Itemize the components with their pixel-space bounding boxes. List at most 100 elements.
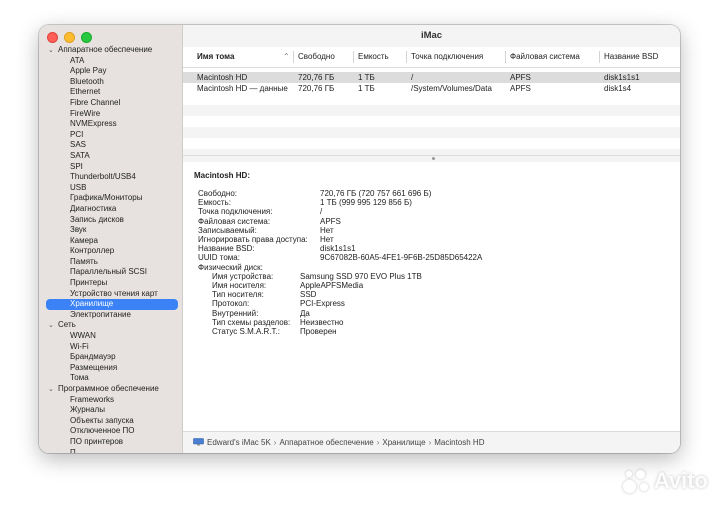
sidebar-item[interactable]: Размещения	[39, 363, 182, 374]
table-cell: /System/Volumes/Data	[411, 84, 492, 93]
window-title: iMac	[183, 25, 680, 48]
sidebar-item[interactable]: Запись дисков	[39, 215, 182, 226]
sidebar-item[interactable]: Thunderbolt/USB4	[39, 172, 182, 183]
sidebar-item[interactable]: SPI	[39, 162, 182, 173]
divider-handle[interactable]	[431, 157, 435, 160]
breadcrumb: Edward's iMac 5K › Аппаратное обеспечение ›…	[207, 438, 484, 447]
sidebar-item[interactable]: SAS	[39, 140, 182, 151]
sidebar-item[interactable]: Bluetooth	[39, 77, 182, 88]
sidebar-item[interactable]: Брандмауэр	[39, 352, 182, 363]
sidebar-item[interactable]: Принтеры	[39, 278, 182, 289]
detail-label: Записываемый:	[198, 225, 257, 235]
sidebar-item[interactable]: Диагностика	[39, 204, 182, 215]
detail-label: Точка подключения:	[198, 207, 273, 217]
sidebar-item[interactable]: ПО принтеров	[39, 437, 182, 448]
sidebar-item[interactable]: Графика/Мониторы	[39, 193, 182, 204]
column-separator[interactable]	[293, 51, 294, 63]
avito-watermark: Avito	[621, 467, 708, 495]
breadcrumb-item[interactable]: Хранилище	[382, 438, 425, 447]
close-button[interactable]	[47, 32, 58, 43]
sidebar-item[interactable]: Frameworks	[39, 395, 182, 406]
column-separator[interactable]	[406, 51, 407, 63]
sidebar-item[interactable]: PCI	[39, 130, 182, 141]
sidebar-item[interactable]: Камера	[39, 236, 182, 247]
sidebar-item[interactable]: Устройство чтения карт	[39, 289, 182, 300]
detail-label: Свободно:	[198, 189, 237, 198]
empty-row	[183, 138, 680, 149]
column-header[interactable]: Файловая система	[510, 47, 580, 67]
table-row[interactable]: Macintosh HD 720,76 ГБ 1 ТБ / APFS disk1s1s1	[183, 72, 680, 83]
sidebar-item[interactable]: Fibre Channel	[39, 98, 182, 109]
breadcrumb-item[interactable]: Macintosh HD	[434, 438, 484, 447]
column-header[interactable]: Имя тома	[197, 47, 234, 67]
detail-value: disk1s1s1	[320, 244, 356, 254]
column-separator[interactable]	[505, 51, 506, 63]
detail-label: Файловая система:	[198, 216, 271, 226]
table-row[interactable]: Macintosh HD — данные 720,76 ГБ 1 ТБ/Syste…	[183, 83, 680, 94]
sidebar-item[interactable]: Объекты запуска	[39, 416, 182, 427]
sidebar-item[interactable]: Отключенное ПО	[39, 426, 182, 437]
table-cell: disk1s4	[604, 84, 632, 93]
sidebar-section-label: Сеть	[58, 320, 76, 330]
breadcrumb-item[interactable]: Аппаратное обеспечение	[279, 438, 373, 447]
sidebar-section[interactable]: ⌄ Аппаратное обеспечение	[39, 45, 182, 56]
sidebar-item[interactable]: Хранилище	[46, 299, 178, 310]
column-header[interactable]: Емкость	[358, 47, 389, 67]
disk-detail-value: PCI-Express	[300, 299, 345, 309]
table-cell: Macintosh HD — данные	[197, 84, 288, 93]
sidebar-item[interactable]: SATA	[39, 151, 182, 162]
window-controls	[47, 32, 92, 43]
volumes-table: Имя тома Свободно Емкость Точка подключения…	[183, 47, 680, 160]
empty-row	[183, 94, 680, 105]
detail-heading: Macintosh HD:	[194, 171, 250, 180]
sidebar-item[interactable]: Контроллер	[39, 246, 182, 257]
sidebar-item[interactable]: Звук	[39, 225, 182, 236]
sidebar-item[interactable]: USB	[39, 183, 182, 194]
disk-detail-label: Протокол:	[212, 299, 250, 309]
zoom-button[interactable]	[81, 32, 92, 43]
table-cell: Macintosh HD	[197, 73, 248, 82]
sidebar-section-label: Программное обеспечение	[58, 384, 159, 393]
sidebar-item[interactable]: ATA	[39, 56, 182, 67]
breadcrumb-item[interactable]: Edward's iMac 5K	[207, 438, 271, 447]
path-bar: Edward's iMac 5K › Аппаратное обеспечение ›…	[183, 431, 680, 453]
column-separator[interactable]	[353, 51, 354, 63]
sidebar-item[interactable]: Wi-Fi	[39, 342, 182, 353]
sidebar-item[interactable]: Журналы	[39, 405, 182, 416]
disk-detail-label: Статус S.M.A.R.T.:	[212, 327, 280, 336]
avito-logo-icon	[621, 467, 651, 495]
column-header[interactable]: Точка подключения	[411, 47, 483, 67]
detail-value: 720,76 ГБ (720 757 661 696 Б)	[320, 189, 432, 198]
column-separator[interactable]	[599, 51, 600, 63]
disk-detail-value: AppleAPFSMedia	[300, 281, 364, 290]
disk-detail-label: Имя устройства:	[212, 271, 274, 281]
sidebar-item[interactable]: Apple Pay	[39, 66, 182, 77]
table-body: Macintosh HD 720,76 ГБ 1 ТБ / APFS disk1s1s1 M…	[183, 68, 680, 160]
sidebar-item[interactable]: Параллельный SCSI	[39, 267, 182, 278]
sidebar-item[interactable]: Электропитание	[39, 310, 182, 321]
disk-detail-value: SSD	[300, 290, 317, 300]
sidebar-item[interactable]: Тома	[39, 373, 182, 384]
sort-chevron-icon[interactable]: ⌃	[283, 47, 290, 67]
sidebar-item[interactable]: Память	[39, 257, 182, 268]
detail-value: /	[320, 207, 323, 217]
disk-detail-label: Тип схемы разделов:	[212, 317, 291, 327]
table-cell: /	[411, 73, 414, 82]
column-header[interactable]: Свободно	[298, 47, 335, 67]
disk-detail-value: Проверен	[300, 327, 337, 336]
detail-label: Емкость:	[198, 198, 231, 208]
detail-value: Нет	[320, 225, 334, 235]
empty-row	[183, 116, 680, 127]
empty-row	[183, 127, 680, 138]
sidebar-section[interactable]: ⌄ Сеть	[39, 320, 182, 331]
sidebar-item[interactable]: NVMExpress	[39, 119, 182, 130]
column-header[interactable]: Название BSD	[604, 47, 658, 67]
sidebar-section[interactable]: ⌄ Программное обеспечение	[39, 384, 182, 395]
empty-row	[183, 105, 680, 116]
sidebar-item[interactable]: WWAN	[39, 331, 182, 342]
minimize-button[interactable]	[64, 32, 75, 43]
sidebar-item[interactable]: FireWire	[39, 109, 182, 120]
detail-label: UUID тома:	[198, 253, 240, 263]
sidebar-item[interactable]: П...	[39, 448, 182, 453]
sidebar-item[interactable]: Ethernet	[39, 87, 182, 98]
